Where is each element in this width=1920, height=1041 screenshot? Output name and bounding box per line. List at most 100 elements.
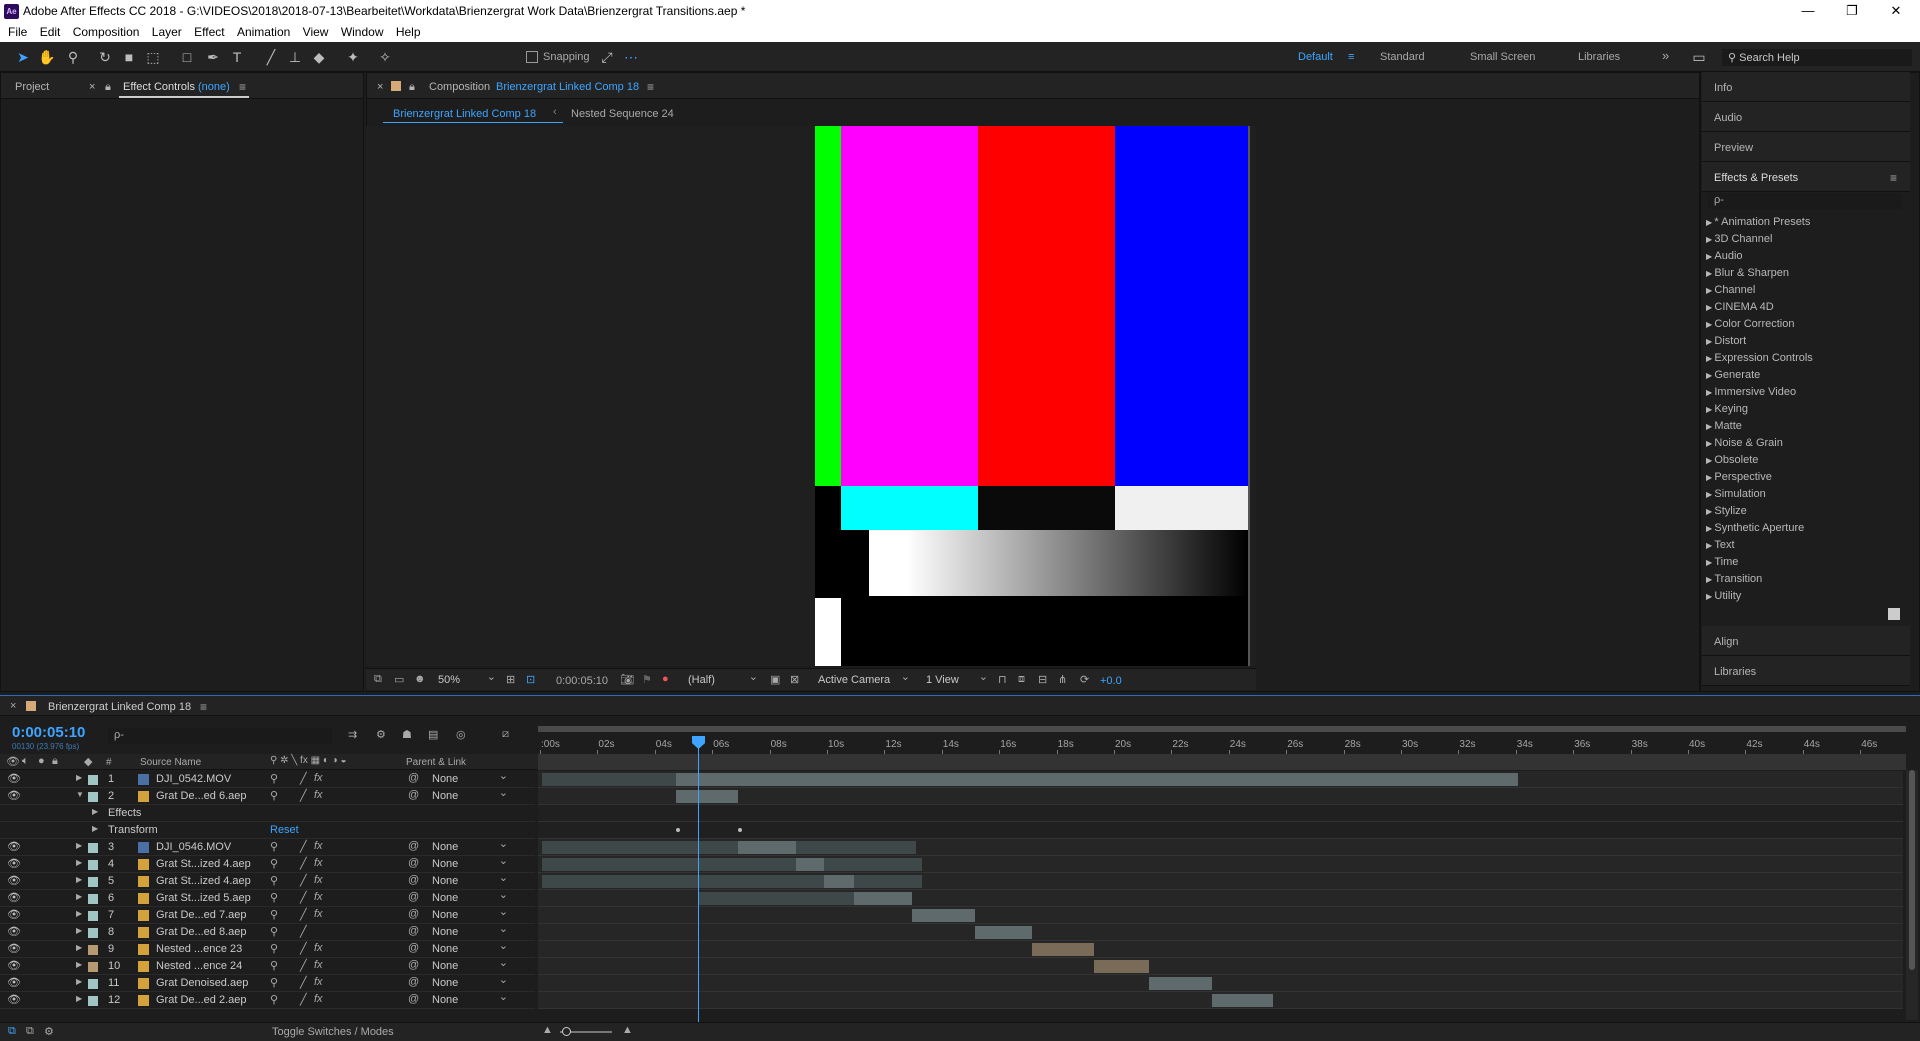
current-timecode[interactable]: 0:00:05:10	[12, 724, 85, 741]
parent-dropdown[interactable]: None	[428, 837, 510, 854]
quality-switch-icon[interactable]: ╱	[300, 993, 307, 1006]
effects-category[interactable]: ▶ Blur & Sharpen	[1706, 267, 1789, 279]
quality-switch-icon[interactable]: ╱	[300, 891, 307, 904]
keyframe-marker[interactable]	[676, 828, 680, 832]
breadcrumb-nested-24[interactable]: Nested Sequence 24	[571, 108, 674, 120]
workspace-libraries[interactable]: Libraries	[1578, 51, 1620, 63]
shy-switch-icon[interactable]: ⚲	[270, 908, 278, 921]
shy-switch-icon[interactable]: ⚲	[270, 772, 278, 785]
track-row[interactable]	[538, 788, 1903, 805]
fx-switch-icon[interactable]: fx	[314, 874, 323, 886]
libraries-panel-header[interactable]: Libraries	[1702, 656, 1910, 686]
video-switch-icon[interactable]: 👁︎	[6, 755, 20, 768]
expand-triangle-icon[interactable]: ▶	[76, 841, 82, 850]
layer-clip[interactable]	[1032, 943, 1094, 956]
layer-row[interactable]: 👁︎ ▶ 4 Grat St...ized 4.aep ⚲ ╱ fx @ None	[0, 854, 535, 873]
snap-grid-icon[interactable]: ⋯	[622, 49, 640, 65]
comp-mini-flowchart-icon[interactable]: ⇉	[348, 728, 357, 741]
expand-triangle-icon[interactable]: ▶	[76, 943, 82, 952]
quality-switch-icon[interactable]: ╱	[300, 959, 307, 972]
quality-switch-icon[interactable]: ╱	[300, 942, 307, 955]
timeline-comp-name[interactable]: Brienzergrat Linked Comp 18	[48, 701, 191, 713]
layer-row[interactable]: 👁︎ ▶ 6 Grat St...ized 5.aep ⚲ ╱ fx @ None	[0, 888, 535, 907]
layer-name[interactable]: Grat De...ed 6.aep	[156, 790, 247, 802]
layer-name[interactable]: Nested ...ence 24	[156, 960, 242, 972]
layer-clip[interactable]	[542, 858, 796, 871]
layer-row[interactable]: 👁︎ ▶ 8 Grat De...ed 8.aep ⚲ ╱ @ None	[0, 922, 535, 941]
pen-tool-icon[interactable]: ✒	[204, 49, 222, 65]
label-color-icon[interactable]	[88, 979, 98, 989]
track-row[interactable]	[538, 873, 1903, 890]
track-row[interactable]	[538, 839, 1903, 856]
eye-icon[interactable]: 👁︎	[7, 874, 21, 887]
fx-switch-icon[interactable]: fx	[314, 942, 323, 954]
fit-icon[interactable]: ⊞	[506, 673, 515, 686]
lock-switch-icon[interactable]: 🔒︎	[52, 755, 58, 768]
track-row[interactable]	[538, 890, 1903, 907]
effects-category[interactable]: ▶ Noise & Grain	[1706, 437, 1783, 449]
effects-category[interactable]: ▶ Matte	[1706, 420, 1742, 432]
shy-switch-icon[interactable]: ⚲	[270, 874, 278, 887]
expand-triangle-icon[interactable]: ▶	[76, 909, 82, 918]
transparency-grid-icon[interactable]: ⊠	[790, 673, 799, 686]
camera-tool-icon[interactable]: ■	[120, 49, 138, 65]
breadcrumb-comp-18[interactable]: Brienzergrat Linked Comp 18	[393, 108, 536, 120]
layer-name[interactable]: DJI_0546.MOV	[156, 841, 231, 853]
layer-clip[interactable]	[1212, 994, 1273, 1007]
menu-file[interactable]: File	[0, 22, 27, 39]
layer-row[interactable]: 👁︎ ▶ 10 Nested ...ence 24 ⚲ ╱ fx @ None	[0, 956, 535, 975]
layer-clip[interactable]	[854, 875, 922, 888]
layer-clip[interactable]	[738, 841, 796, 854]
effects-group[interactable]: ▶ Effects	[0, 805, 535, 822]
eye-icon[interactable]: 👁︎	[7, 925, 21, 938]
track-row[interactable]	[538, 975, 1903, 992]
parent-dropdown[interactable]: None	[428, 973, 510, 990]
layer-name[interactable]: DJI_0542.MOV	[156, 773, 231, 785]
in-out-icon[interactable]: ⚙	[44, 1025, 54, 1038]
label-color-icon[interactable]	[88, 894, 98, 904]
effects-category[interactable]: ▶ Immersive Video	[1706, 386, 1796, 398]
pick-whip-icon[interactable]: @	[408, 891, 419, 903]
workspace-small-screen[interactable]: Small Screen	[1470, 51, 1535, 63]
fx-switch-icon[interactable]: fx	[314, 959, 323, 971]
expand-triangle-icon[interactable]: ▶	[76, 892, 82, 901]
layer-row[interactable]: 👁︎ ▶ 5 Grat St...ized 4.aep ⚲ ╱ fx @ None	[0, 871, 535, 890]
effects-category[interactable]: ▶ Stylize	[1706, 505, 1747, 517]
fx-switch-icon[interactable]: fx	[314, 891, 323, 903]
label-color-icon[interactable]	[88, 775, 98, 785]
track-row[interactable]	[538, 924, 1903, 941]
layer-clip[interactable]	[676, 790, 738, 803]
reset-exposure-icon[interactable]: ⟳	[1080, 673, 1089, 686]
quality-switch-icon[interactable]: ╱	[300, 840, 307, 853]
pick-whip-icon[interactable]: @	[408, 976, 419, 988]
effects-category[interactable]: ▶ Time	[1706, 556, 1738, 568]
layer-row[interactable]: 👁︎ ▶ 11 Grat Denoised.aep ⚲ ╱ fx @ None	[0, 973, 535, 992]
effects-category[interactable]: ▶ Keying	[1706, 403, 1748, 415]
pick-whip-icon[interactable]: @	[408, 993, 419, 1005]
eye-icon[interactable]: 👁︎	[7, 772, 21, 785]
zoom-out-icon[interactable]: ▲	[542, 1024, 553, 1036]
quality-switch-icon[interactable]: ╱	[300, 789, 307, 802]
layer-switches-icon[interactable]: ⧉	[8, 1025, 16, 1038]
fx-switch-icon[interactable]: fx	[314, 976, 323, 988]
parent-link-column-header[interactable]: Parent & Link	[406, 757, 466, 768]
pick-whip-icon[interactable]: @	[408, 908, 419, 920]
draft-3d-icon[interactable]: ⚙	[376, 728, 386, 741]
panel-menu-icon[interactable]: ≡	[200, 700, 207, 714]
transfer-controls-icon[interactable]: ⧉	[26, 1025, 34, 1038]
menu-window[interactable]: Window	[333, 22, 384, 39]
pick-whip-icon[interactable]: @	[408, 857, 419, 869]
layer-clip[interactable]	[824, 858, 922, 871]
always-preview-icon[interactable]: ⧉	[374, 673, 382, 686]
expand-triangle-icon[interactable]: ▶	[76, 773, 82, 782]
label-color-icon[interactable]	[88, 996, 98, 1006]
effects-category[interactable]: ▶ * Animation Presets	[1706, 216, 1810, 228]
time-ruler[interactable]	[538, 754, 1906, 770]
workspace-standard[interactable]: Standard	[1380, 51, 1425, 63]
camera-dropdown[interactable]: Active Camera	[818, 670, 912, 687]
eraser-tool-icon[interactable]: ◆	[310, 49, 328, 65]
layer-name[interactable]: Grat St...ized 4.aep	[156, 875, 251, 887]
label-color-icon[interactable]	[88, 860, 98, 870]
pick-whip-icon[interactable]: @	[408, 959, 419, 971]
roto-brush-tool-icon[interactable]: ✦	[344, 49, 362, 65]
